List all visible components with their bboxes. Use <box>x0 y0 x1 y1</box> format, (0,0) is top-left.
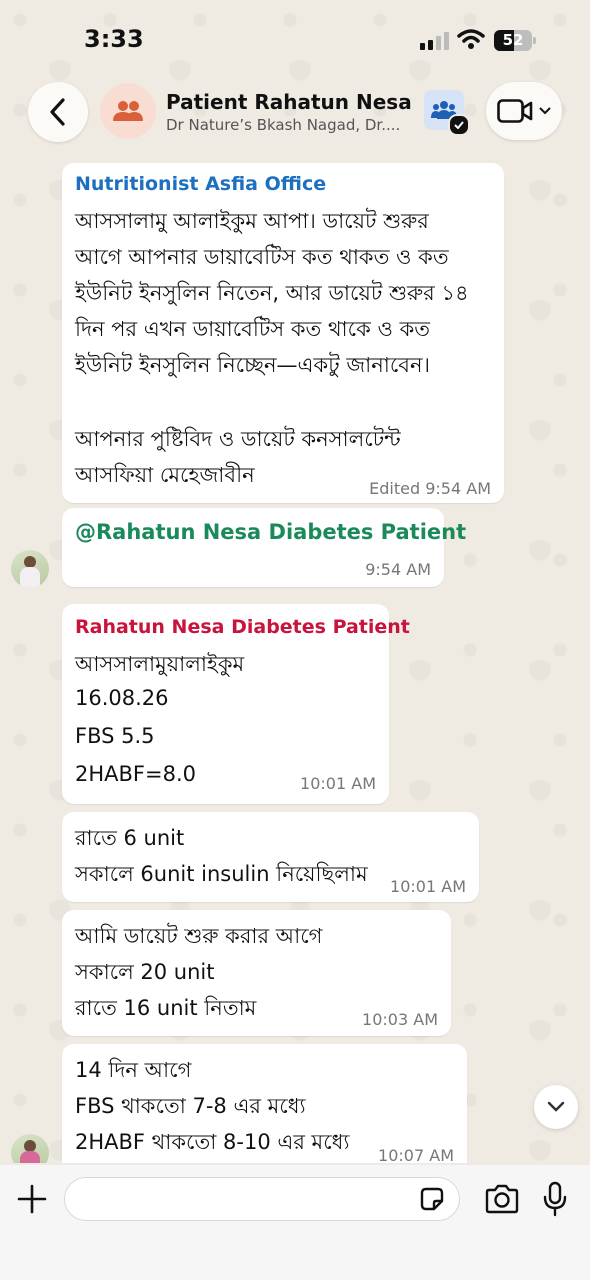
message-timestamp: 10:07 AM <box>378 1146 454 1163</box>
message-text: আপনার পুষ্টিবিদ ও ডায়েট কনসালটেন্ট <box>75 427 401 451</box>
sender-avatar[interactable] <box>11 1134 49 1163</box>
message-bubble[interactable]: @Rahatun Nesa Diabetes Patient 9:54 AM <box>62 508 466 587</box>
message-timestamp: 9:54 AM <box>365 560 431 579</box>
message-text: 14 দিন আগে <box>75 1058 192 1082</box>
message-text: 2HABF=8.0 <box>75 762 196 786</box>
message-text: আমি ডায়েট শুরু করার আগে <box>75 924 323 948</box>
chevron-down-icon <box>547 1101 565 1112</box>
message-text: ইউনিট ইনসুলিন নিচ্ছেন—একটু জানাবেন। <box>75 353 430 377</box>
message-text: রাতে 16 unit নিতাম <box>75 996 257 1020</box>
message-bubble[interactable]: Rahatun Nesa Diabetes Patient আসসালামুয়… <box>62 604 410 804</box>
chat-subtitle[interactable]: Dr Nature’s Bkash Nagad, Dr.... <box>166 116 411 134</box>
sticker-icon[interactable] <box>418 1185 446 1213</box>
message-timestamp: Edited 9:54 AM <box>369 479 491 498</box>
message-list[interactable]: Nutritionist Asfia Office আসসালামু আলাইক… <box>0 160 590 1163</box>
battery-percent: 52 <box>502 31 524 49</box>
message-timestamp: 10:01 AM <box>300 774 376 793</box>
cellular-signal-icon <box>420 32 449 50</box>
camera-icon[interactable] <box>484 1183 520 1215</box>
message-bubble[interactable]: Nutritionist Asfia Office আসসালামু আলাইক… <box>62 163 504 503</box>
sender-avatar[interactable] <box>11 550 49 588</box>
message-bubble[interactable]: 14 দিন আগে FBS থাকতো 7-8 এর মধ্যে 2HABF … <box>62 1044 467 1163</box>
message-text: দিন পর এখন ডায়াবেটিস কত থাকে ও কত <box>75 317 431 341</box>
message-timestamp: 10:01 AM <box>390 877 466 896</box>
message-text: ইউনিট ইনসুলিন নিতেন, আর ডায়েট শুরুর ১৪ <box>75 281 469 305</box>
message-sender: Rahatun Nesa Diabetes Patient <box>75 616 410 638</box>
wifi-icon <box>457 29 485 49</box>
plus-icon[interactable] <box>16 1183 48 1215</box>
chat-header: Patient Rahatun Nesa Dr Nature’s Bkash N… <box>0 80 590 150</box>
message-text: রাতে 6 unit <box>75 826 185 850</box>
people-icon <box>113 101 143 121</box>
chevron-left-icon <box>50 98 65 126</box>
composer-bar <box>0 1165 590 1280</box>
scroll-to-bottom-button[interactable] <box>534 1085 578 1129</box>
message-text: আগে আপনার ডায়াবেটিস কত থাকত ও কত <box>75 245 449 269</box>
message-text: FBS 5.5 <box>75 724 155 748</box>
message-text: 16.08.26 <box>75 686 169 710</box>
message-text: আসসালামু আলাইকুম আপা। ডায়েট শুরুর <box>75 209 429 233</box>
message-input[interactable] <box>64 1177 460 1221</box>
microphone-icon[interactable] <box>541 1181 569 1217</box>
message-text: সকালে 20 unit <box>75 960 215 984</box>
message-bubble[interactable]: আমি ডায়েট শুরু করার আগে সকালে 20 unit র… <box>62 910 451 1036</box>
message-text: FBS থাকতো 7-8 এর মধ্যে <box>75 1094 306 1118</box>
chat-title[interactable]: Patient Rahatun Nesa <box>166 90 412 114</box>
message-text: আসফিয়া মেহেজাবীন <box>75 463 255 487</box>
message-text: সকালে 6unit insulin নিয়েছিলাম <box>75 862 368 886</box>
message-bubble[interactable]: রাতে 6 unit সকালে 6unit insulin নিয়েছিল… <box>62 812 479 902</box>
status-bar: 3:33 52 <box>0 0 590 80</box>
video-camera-icon <box>497 99 533 123</box>
battery-indicator: 52 <box>494 30 538 51</box>
chevron-down-icon <box>539 107 551 115</box>
group-avatar[interactable] <box>100 83 156 139</box>
message-timestamp: 10:03 AM <box>362 1010 438 1029</box>
message-mention[interactable]: @Rahatun Nesa Diabetes Patient <box>75 520 466 544</box>
message-sender: Nutritionist Asfia Office <box>75 173 327 195</box>
back-button[interactable] <box>28 82 88 142</box>
message-text: 2HABF থাকতো 8-10 এর মধ্যে <box>75 1130 350 1154</box>
video-call-button[interactable] <box>486 82 562 140</box>
status-time: 3:33 <box>84 25 144 53</box>
checkmark-icon <box>448 114 470 136</box>
community-button[interactable] <box>424 90 470 136</box>
message-text: আসসালামুয়ালাইকুম <box>75 652 245 676</box>
